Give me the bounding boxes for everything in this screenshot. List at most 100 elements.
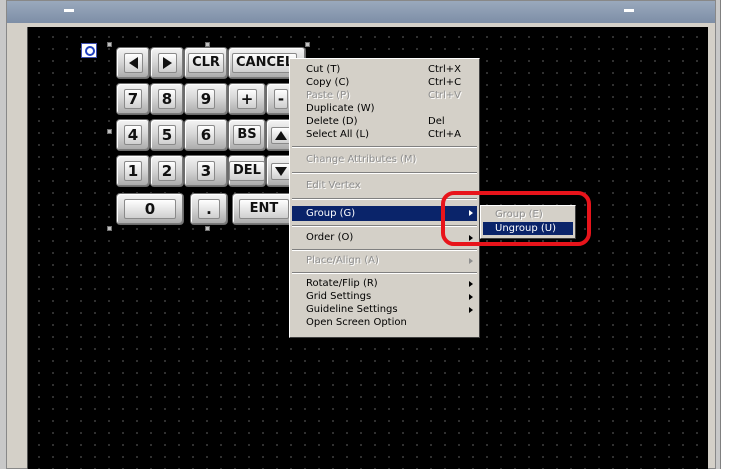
submenu-arrow-icon: [469, 235, 473, 241]
right-arrow-key[interactable]: [150, 47, 184, 79]
menu-item-copy-shortcut: Ctrl+C: [428, 77, 462, 88]
menu-item-delete-shortcut: Del: [428, 116, 445, 127]
key-6-label: 6: [196, 125, 216, 145]
key-8[interactable]: 8: [150, 83, 184, 115]
menu-separator: [292, 172, 477, 174]
key-1-label: 1: [123, 161, 143, 181]
key-3[interactable]: 3: [184, 155, 228, 187]
menu-item-copy-label: Copy (C): [306, 77, 350, 88]
menu-item-place-align[interactable]: Place/Align (A): [292, 255, 477, 267]
key-dot-label: .: [198, 199, 220, 219]
menu-separator: [292, 249, 477, 251]
key-1[interactable]: 1: [116, 155, 150, 187]
menu-item-paste-label: Paste (P): [306, 90, 351, 101]
clr-key[interactable]: CLR: [184, 47, 228, 79]
key-9-label: 9: [196, 89, 216, 109]
menu-item-place-align-label: Place/Align (A): [306, 255, 379, 266]
key-bs[interactable]: BS: [228, 119, 266, 151]
selection-handle[interactable]: [205, 226, 210, 231]
right-arrow-icon: [157, 53, 177, 73]
menu-item-duplicate[interactable]: Duplicate (W): [292, 103, 477, 115]
menu-item-cut-label: Cut (T): [306, 64, 341, 75]
submenu-item-ungroup-label: Ungroup (U): [495, 223, 557, 234]
left-arrow-icon: [123, 53, 143, 73]
menu-item-delete-label: Delete (D): [306, 116, 358, 127]
key-7[interactable]: 7: [116, 83, 150, 115]
menu-item-guideline-settings-label: Guideline Settings: [306, 304, 398, 315]
key-4[interactable]: 4: [116, 119, 150, 151]
menu-item-group[interactable]: Group (G): [292, 206, 477, 221]
key-4-label: 4: [123, 125, 143, 145]
menu-item-select-all[interactable]: Select All (L) Ctrl+A: [292, 129, 477, 141]
menu-item-rotate-flip[interactable]: Rotate/Flip (R): [292, 278, 477, 290]
submenu-arrow-icon: [469, 281, 473, 287]
menu-separator: [292, 272, 477, 274]
submenu-arrow-icon: [469, 307, 473, 313]
window-titlebar: [7, 1, 715, 23]
selection-handle[interactable]: [107, 129, 112, 134]
down-arrow-icon: [271, 162, 291, 180]
key-5-label: 5: [157, 125, 177, 145]
key-bs-label: BS: [233, 125, 261, 145]
magnifier-icon[interactable]: [81, 43, 97, 58]
key-del[interactable]: DEL: [228, 155, 266, 187]
menu-item-change-attributes-label: Change Attributes (M): [306, 154, 417, 165]
key-ent[interactable]: ENT: [232, 193, 296, 225]
minimize-icon-right[interactable]: [624, 9, 634, 12]
selection-handle[interactable]: [305, 42, 310, 47]
key-plus[interactable]: +: [228, 83, 266, 115]
key-7-label: 7: [123, 89, 143, 109]
menu-item-open-screen-option-label: Open Screen Option: [306, 317, 407, 328]
key-8-label: 8: [157, 89, 177, 109]
menu-item-cut-shortcut: Ctrl+X: [428, 64, 462, 75]
submenu-arrow-icon: [469, 258, 473, 264]
submenu-item-group-label: Group (E): [495, 209, 543, 220]
menu-item-rotate-flip-label: Rotate/Flip (R): [306, 278, 378, 289]
menu-item-select-all-shortcut: Ctrl+A: [428, 129, 462, 140]
menu-item-edit-vertex[interactable]: Edit Vertex: [292, 180, 477, 192]
key-dot[interactable]: .: [190, 193, 228, 225]
key-5[interactable]: 5: [150, 119, 184, 151]
key-2-label: 2: [157, 161, 177, 181]
menu-separator: [292, 198, 477, 200]
menu-item-cut[interactable]: Cut (T) Ctrl+X: [292, 64, 477, 76]
menu-item-grid-settings-label: Grid Settings: [306, 291, 372, 302]
menu-item-order[interactable]: Order (O): [292, 232, 477, 244]
menu-item-grid-settings[interactable]: Grid Settings: [292, 291, 477, 303]
up-arrow-icon: [271, 126, 291, 144]
menu-item-duplicate-label: Duplicate (W): [306, 103, 375, 114]
key-0-label: 0: [123, 199, 177, 219]
key-2[interactable]: 2: [150, 155, 184, 187]
selection-handle[interactable]: [107, 42, 112, 47]
context-menu: Cut (T) Ctrl+X Copy (C) Ctrl+C Paste (P)…: [289, 58, 480, 338]
key-9[interactable]: 9: [184, 83, 228, 115]
menu-item-paste-shortcut: Ctrl+V: [428, 90, 462, 101]
menu-item-order-label: Order (O): [306, 232, 354, 243]
clr-key-label: CLR: [188, 53, 224, 73]
menu-item-paste[interactable]: Paste (P) Ctrl+V: [292, 90, 477, 102]
menu-item-delete[interactable]: Delete (D) Del: [292, 116, 477, 128]
selection-handle[interactable]: [107, 226, 112, 231]
key-3-label: 3: [196, 161, 216, 181]
menu-item-change-attributes[interactable]: Change Attributes (M): [292, 154, 477, 166]
submenu-item-ungroup[interactable]: Ungroup (U): [483, 222, 573, 235]
submenu-arrow-icon: [469, 294, 473, 300]
menu-item-copy[interactable]: Copy (C) Ctrl+C: [292, 77, 477, 89]
menu-item-edit-vertex-label: Edit Vertex: [306, 180, 361, 191]
key-0[interactable]: 0: [116, 193, 184, 225]
key-6[interactable]: 6: [184, 119, 228, 151]
submenu-item-group[interactable]: Group (E): [483, 208, 573, 221]
cancel-key-label: CANCEL: [232, 53, 298, 73]
menu-item-open-screen-option[interactable]: Open Screen Option: [292, 317, 477, 329]
menu-item-guideline-settings[interactable]: Guideline Settings: [292, 304, 477, 316]
menu-separator: [292, 225, 477, 227]
minimize-icon[interactable]: [64, 9, 74, 12]
key-minus-label: -: [273, 89, 289, 109]
key-ent-label: ENT: [238, 199, 290, 219]
group-submenu: Group (E) Ungroup (U): [480, 205, 576, 239]
key-del-label: DEL: [229, 161, 265, 181]
key-plus-label: +: [236, 89, 258, 109]
left-arrow-key[interactable]: [116, 47, 150, 79]
menu-item-group-label: Group (G): [306, 208, 356, 219]
menu-item-select-all-label: Select All (L): [306, 129, 369, 140]
